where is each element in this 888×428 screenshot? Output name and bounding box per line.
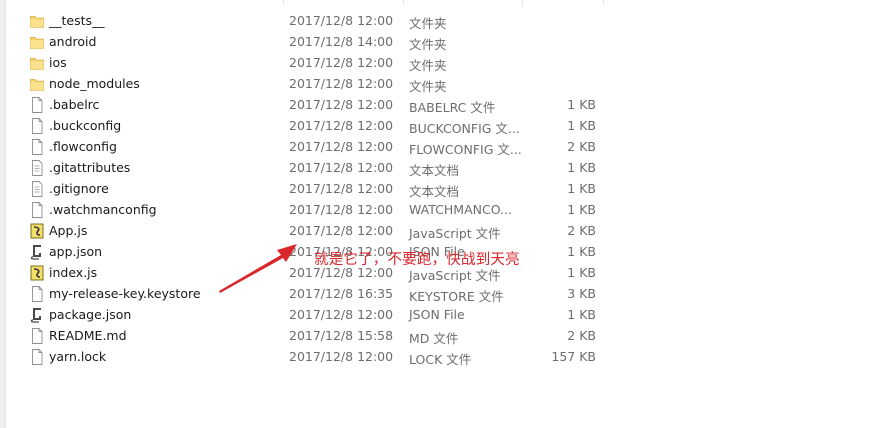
folder-icon — [30, 76, 44, 92]
file-size: 1 KB — [567, 181, 596, 196]
file-size: 157 KB — [551, 349, 596, 364]
file-icon — [30, 118, 44, 134]
file-row[interactable]: ios 2017/12/8 12:00 文件夹 — [0, 52, 610, 73]
file-icon — [30, 349, 44, 365]
file-type: WATCHMANCO... — [409, 202, 512, 217]
file-name: .watchmanconfig — [49, 202, 157, 217]
file-modified-date: 2017/12/8 12:00 — [289, 55, 394, 70]
file-row[interactable]: .gitignore 2017/12/8 12:00 文本文档 1 KB — [0, 178, 610, 199]
text-file-icon — [30, 160, 44, 176]
file-type: 文件夹 — [409, 79, 447, 94]
file-type: 文件夹 — [409, 37, 447, 52]
file-type: JavaScript 文件 — [409, 226, 501, 241]
file-row[interactable]: .buckconfig 2017/12/8 12:00 BUCKCONFIG 文..… — [0, 115, 610, 136]
file-type: 文本文档 — [409, 184, 460, 199]
file-type: JSON File — [409, 307, 465, 322]
file-name: yarn.lock — [49, 349, 107, 364]
column-divider — [603, 0, 604, 6]
file-size: 1 KB — [567, 265, 596, 280]
file-type: 文件夹 — [409, 58, 447, 73]
file-size: 1 KB — [567, 97, 596, 112]
file-icon — [30, 202, 44, 218]
file-modified-date: 2017/12/8 12:00 — [289, 76, 394, 91]
file-row[interactable]: yarn.lock 2017/12/8 12:00 LOCK 文件 157 KB — [0, 346, 610, 367]
file-name: app.json — [49, 244, 103, 259]
file-name: .flowconfig — [49, 139, 117, 154]
file-name: node_modules — [49, 76, 140, 91]
js-file-icon — [30, 223, 44, 239]
file-modified-date: 2017/12/8 12:00 — [289, 97, 394, 112]
file-row[interactable]: node_modules 2017/12/8 12:00 文件夹 — [0, 73, 610, 94]
file-icon — [30, 286, 44, 302]
file-name: App.js — [49, 223, 88, 238]
file-row[interactable]: README.md 2017/12/8 15:58 MD 文件 2 KB — [0, 325, 610, 346]
column-divider — [283, 0, 284, 6]
file-row[interactable]: package.json 2017/12/8 12:00 JSON File 1 KB — [0, 304, 610, 325]
file-type: KEYSTORE 文件 — [409, 289, 504, 304]
file-name: ios — [49, 55, 67, 70]
file-type: LOCK 文件 — [409, 352, 472, 367]
file-modified-date: 2017/12/8 14:00 — [289, 34, 394, 49]
json-file-icon — [30, 307, 44, 323]
file-icon — [30, 97, 44, 113]
file-type: BABELRC 文件 — [409, 100, 496, 115]
column-divider — [403, 0, 404, 6]
file-row[interactable]: __tests__ 2017/12/8 12:00 文件夹 — [0, 10, 610, 31]
file-modified-date: 2017/12/8 12:00 — [289, 349, 394, 364]
file-size: 1 KB — [567, 244, 596, 259]
column-divider — [522, 0, 523, 6]
file-size: 1 KB — [567, 118, 596, 133]
file-name: .babelrc — [49, 97, 100, 112]
file-modified-date: 2017/12/8 12:00 — [289, 307, 394, 322]
file-size: 1 KB — [567, 307, 596, 322]
file-icon — [30, 139, 44, 155]
file-name: package.json — [49, 307, 132, 322]
file-modified-date: 2017/12/8 12:00 — [289, 160, 394, 175]
file-row[interactable]: my-release-key.keystore 2017/12/8 16:35 KE… — [0, 283, 610, 304]
file-modified-date: 2017/12/8 12:00 — [289, 139, 394, 154]
folder-icon — [30, 34, 44, 50]
file-row[interactable]: .babelrc 2017/12/8 12:00 BABELRC 文件 1 KB — [0, 94, 610, 115]
file-name: README.md — [49, 328, 127, 343]
json-file-icon — [30, 244, 44, 260]
file-type: FLOWCONFIG 文... — [409, 142, 522, 157]
file-name: index.js — [49, 265, 98, 280]
file-name: .gitignore — [49, 181, 109, 196]
file-icon — [30, 328, 44, 344]
file-size: 3 KB — [567, 286, 596, 301]
file-name: .buckconfig — [49, 118, 122, 133]
file-size: 1 KB — [567, 160, 596, 175]
file-modified-date: 2017/12/8 12:00 — [289, 223, 394, 238]
file-modified-date: 2017/12/8 16:35 — [289, 286, 394, 301]
file-modified-date: 2017/12/8 12:00 — [289, 202, 394, 217]
file-modified-date: 2017/12/8 15:58 — [289, 328, 394, 343]
js-file-icon — [30, 265, 44, 281]
folder-icon — [30, 13, 44, 29]
file-size: 2 KB — [567, 328, 596, 343]
file-list: __tests__ 2017/12/8 12:00 文件夹 android 2017/1… — [0, 10, 610, 367]
folder-icon — [30, 55, 44, 71]
file-row[interactable]: .watchmanconfig 2017/12/8 12:00 WATCHMANCO… — [0, 199, 610, 220]
file-row[interactable]: App.js 2017/12/8 12:00 JavaScript 文件 2 KB — [0, 220, 610, 241]
file-modified-date: 2017/12/8 12:00 — [289, 181, 394, 196]
file-type: 文本文档 — [409, 163, 460, 178]
file-name: android — [49, 34, 97, 49]
file-modified-date: 2017/12/8 12:00 — [289, 118, 394, 133]
file-size: 2 KB — [567, 139, 596, 154]
annotation-text: 就是它了，不要跑，快战到天亮 — [314, 252, 520, 268]
file-size: 1 KB — [567, 202, 596, 217]
file-name: my-release-key.keystore — [49, 286, 201, 301]
file-row[interactable]: .flowconfig 2017/12/8 12:00 FLOWCONFIG 文..… — [0, 136, 610, 157]
file-type: BUCKCONFIG 文... — [409, 121, 520, 136]
text-file-icon — [30, 181, 44, 197]
file-row[interactable]: android 2017/12/8 14:00 文件夹 — [0, 31, 610, 52]
file-type: MD 文件 — [409, 331, 459, 346]
file-row[interactable]: .gitattributes 2017/12/8 12:00 文本文档 1 KB — [0, 157, 610, 178]
file-size: 2 KB — [567, 223, 596, 238]
file-name: .gitattributes — [49, 160, 131, 175]
file-name: __tests__ — [49, 13, 105, 28]
file-modified-date: 2017/12/8 12:00 — [289, 13, 394, 28]
file-type: 文件夹 — [409, 16, 447, 31]
